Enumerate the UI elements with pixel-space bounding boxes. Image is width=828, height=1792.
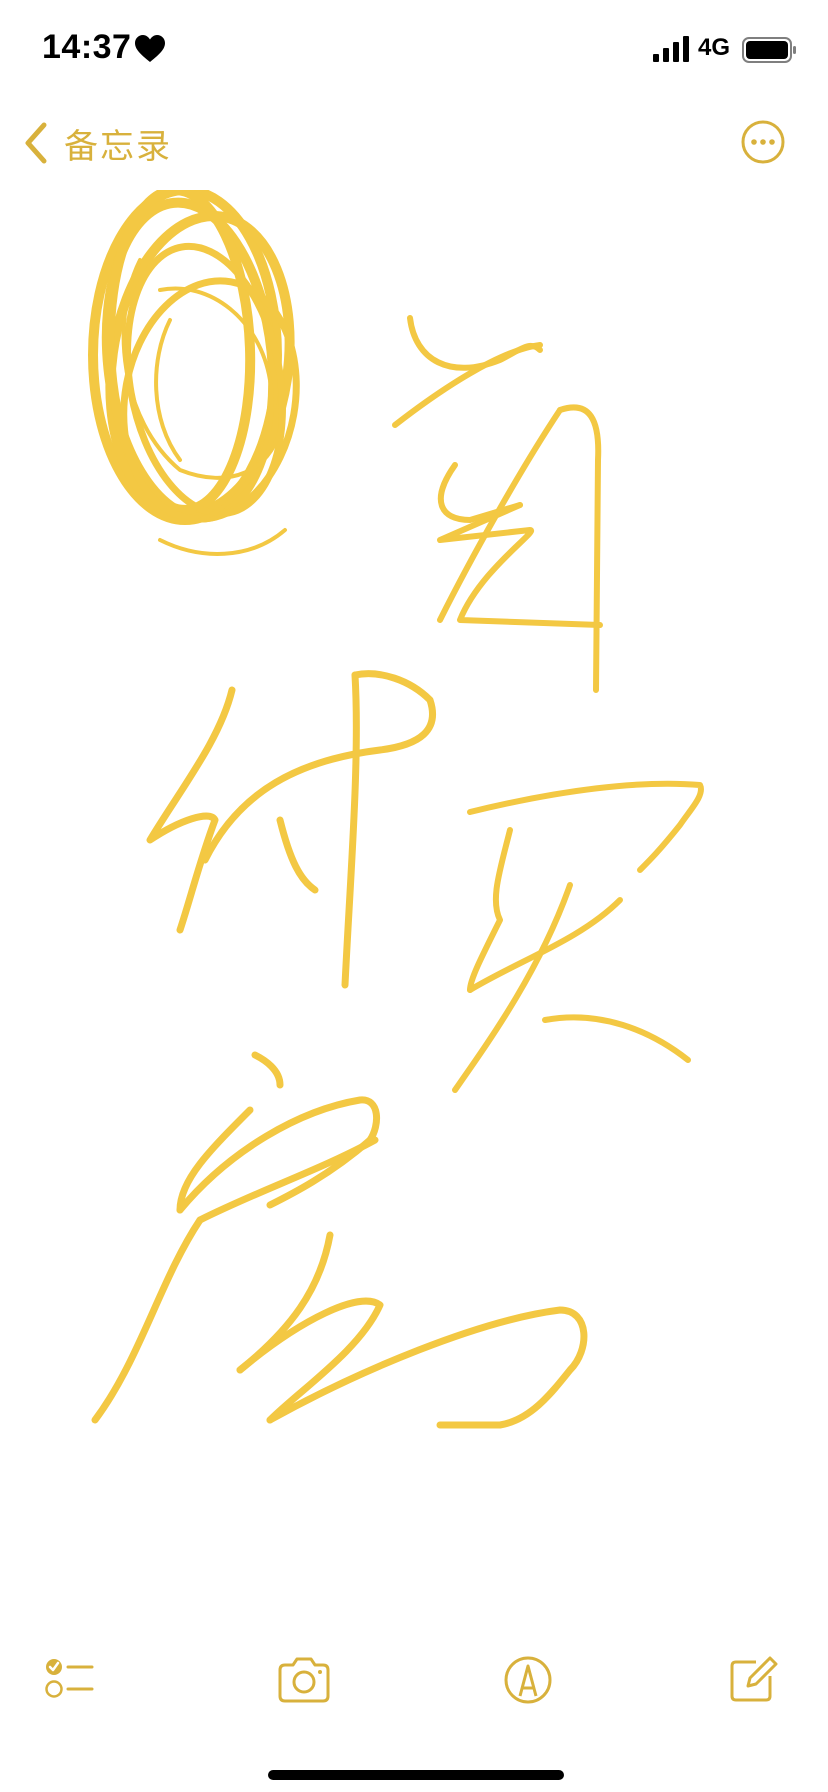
chevron-left-icon: [25, 122, 47, 164]
home-indicator[interactable]: [268, 1770, 564, 1780]
checklist-icon: [45, 1659, 94, 1698]
status-bar: 14:37 4G: [0, 0, 828, 100]
camera-icon: [278, 1657, 330, 1703]
compose-button[interactable]: [722, 1650, 782, 1710]
network-type: 4G: [698, 34, 731, 61]
markup-button[interactable]: [498, 1650, 558, 1710]
navigation-bar: 备忘录: [0, 100, 828, 190]
checklist-button[interactable]: [40, 1650, 100, 1710]
character-shen: [146, 670, 436, 989]
battery-icon: [742, 37, 796, 63]
cellular-signal-icon: [653, 36, 689, 62]
note-drawing-canvas[interactable]: [0, 190, 828, 1610]
markup-pen-icon: [504, 1656, 552, 1704]
handwriting-drawing: [88, 190, 704, 1429]
character-you: [392, 315, 603, 693]
back-label: 备忘录: [64, 126, 172, 167]
camera-button[interactable]: [274, 1650, 334, 1710]
character-mai: [452, 780, 704, 1093]
more-ellipsis-icon[interactable]: [740, 119, 786, 165]
status-time: 14:37: [42, 28, 132, 66]
bottom-toolbar: [0, 1640, 828, 1730]
compose-icon: [730, 1656, 778, 1702]
heart-icon: [135, 35, 165, 62]
back-button[interactable]: 备忘录: [22, 118, 172, 168]
character-fang: [91, 1051, 588, 1429]
